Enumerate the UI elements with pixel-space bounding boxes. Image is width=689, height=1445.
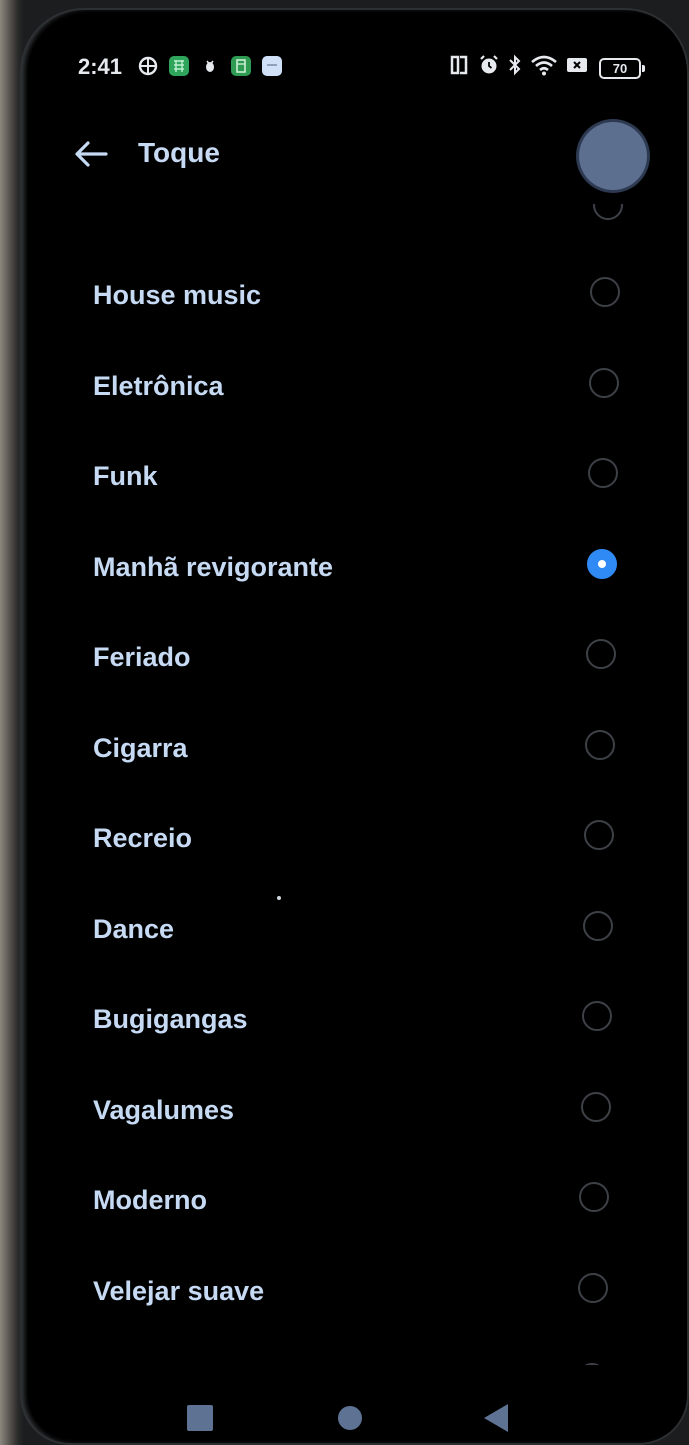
ringtone-label: Moderno (93, 1185, 207, 1215)
ringtone-label: House music (93, 280, 262, 310)
vpn-icon (138, 56, 158, 76)
radio-button[interactable] (581, 1091, 611, 1122)
ringtone-label: Bugigangas (93, 1004, 248, 1034)
ringtone-label: Manhã revigorante (93, 551, 334, 582)
message-app-icon (262, 56, 282, 76)
radio-button[interactable] (578, 1272, 608, 1303)
nfc-icon (449, 54, 469, 82)
ringtone-item[interactable]: Moderno (28, 1154, 683, 1244)
battery-indicator: 70 (599, 58, 645, 79)
radio-button[interactable] (585, 729, 615, 760)
radio-button[interactable] (583, 910, 613, 941)
ringtone-item[interactable]: Cigarra (28, 702, 683, 792)
ringtone-label: Velejar suave (93, 1275, 265, 1306)
sim-off-icon (565, 54, 589, 82)
ringtone-item[interactable]: Velejar suave (28, 1245, 683, 1335)
radio-button[interactable] (579, 1182, 609, 1212)
alarm-icon (478, 54, 500, 82)
radio-button[interactable] (586, 639, 616, 669)
radio-button[interactable] (588, 458, 618, 488)
page-title: Toque (138, 137, 220, 168)
status-bar: 2:41 70 (28, 14, 683, 114)
ringtone-label: Dance (93, 913, 175, 944)
ringtone-item[interactable]: Bugigangas (28, 973, 683, 1063)
calendar-app-icon (169, 56, 189, 76)
bug-icon (200, 56, 220, 76)
bluetooth-icon (507, 54, 523, 82)
floating-action-button[interactable] (579, 122, 647, 190)
radio-button[interactable] (582, 1001, 612, 1031)
ringtone-label: Cigarra (93, 732, 188, 763)
radio-button[interactable] (589, 367, 619, 398)
ringtone-label: Feriado (93, 642, 191, 672)
ringtone-label: Eletrônica (93, 370, 224, 401)
list-fade (28, 1365, 683, 1379)
calculator-app-icon (231, 56, 251, 76)
nav-back-button[interactable] (484, 1404, 508, 1432)
wifi-icon (530, 54, 558, 82)
recents-button[interactable] (187, 1405, 213, 1431)
status-time: 2:41 (78, 54, 123, 79)
arrow-left-icon (75, 141, 108, 167)
ringtone-item[interactable]: House music (28, 249, 683, 339)
ringtone-item[interactable]: Eletrônica (28, 340, 683, 430)
ringtone-item[interactable]: Manhã revigorante (28, 521, 683, 611)
ringtone-list[interactable]: House music Eletrônica Funk Manhã revigoran… (28, 204, 683, 1379)
radio-button-selected[interactable] (587, 548, 617, 579)
ringtone-label: Funk (93, 461, 158, 491)
screen-speck (277, 896, 281, 900)
radio-button[interactable] (590, 277, 620, 307)
ringtone-label: Recreio (93, 823, 193, 853)
phone-body: 2:41 70 Toque House music Eletrônica Fun… (20, 8, 689, 1445)
navigation-bar (28, 1384, 683, 1439)
ringtone-item[interactable]: Vagalumes (28, 1064, 683, 1154)
radio-button[interactable] (584, 820, 614, 850)
radio-button-partial (593, 204, 623, 220)
home-button[interactable] (338, 1406, 362, 1430)
ringtone-item[interactable]: Recreio (28, 792, 683, 882)
radio-dot (598, 559, 606, 568)
ringtone-item[interactable]: Funk (28, 430, 683, 520)
screen: 2:41 70 Toque House music Eletrônica Fun… (28, 14, 683, 1439)
ringtone-label: Vagalumes (93, 1094, 235, 1125)
back-button[interactable] (72, 136, 112, 172)
ringtone-item[interactable]: Feriado (28, 611, 683, 701)
ringtone-item[interactable]: Dance (28, 883, 683, 973)
